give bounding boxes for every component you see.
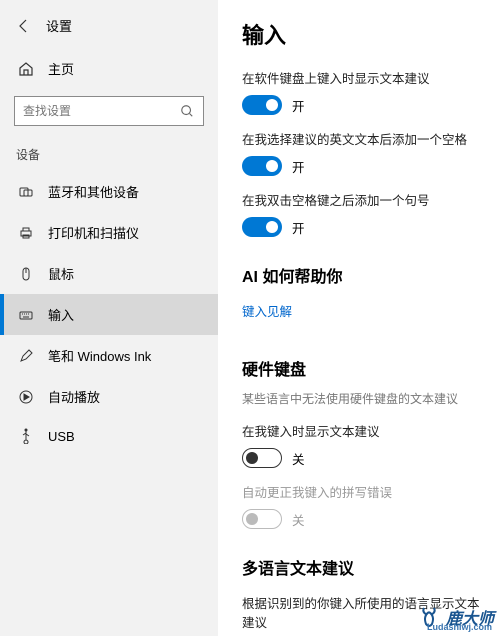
toggle-show-text-suggestions[interactable] (242, 95, 282, 115)
toggle-row: 开 (242, 217, 482, 237)
home-nav[interactable]: 主页 (0, 49, 218, 88)
sidebar-item-pen[interactable]: 笔和 Windows Ink (0, 335, 218, 376)
sidebar-item-label: 蓝牙和其他设备 (48, 182, 139, 201)
toggle-state: 关 (292, 449, 305, 468)
sidebar-item-typing[interactable]: 输入 (0, 294, 218, 335)
search-box[interactable] (14, 96, 204, 126)
sidebar-item-label: 输入 (48, 305, 74, 324)
sidebar: 设置 主页 设备 蓝牙和其他设备 打印机和扫描仪 鼠标 输入 (0, 0, 218, 636)
toggle-state: 开 (292, 218, 305, 237)
toggle-hw-suggestions[interactable] (242, 448, 282, 468)
sidebar-item-autoplay[interactable]: 自动播放 (0, 376, 218, 417)
typing-insights-link[interactable]: 键入见解 (242, 301, 292, 320)
toggle-row: 关 (242, 509, 482, 529)
toggle-row: 开 (242, 95, 482, 115)
ai-heading: AI 如何帮助你 (242, 263, 482, 287)
setting-label: 在软件键盘上键入时显示文本建议 (242, 68, 482, 87)
autoplay-icon (18, 389, 34, 405)
printer-icon (18, 225, 34, 241)
nav-list: 蓝牙和其他设备 打印机和扫描仪 鼠标 输入 笔和 Windows Ink 自动播… (0, 171, 218, 455)
setting-label: 在我选择建议的英文文本后添加一个空格 (242, 129, 482, 148)
search-input[interactable] (23, 104, 179, 118)
mouse-icon (18, 266, 34, 282)
settings-title: 设置 (46, 16, 72, 35)
keyboard-icon (18, 307, 34, 323)
watermark-sub: Ludashiwj.com (427, 622, 492, 632)
hw-heading: 硬件键盘 (242, 356, 482, 380)
sidebar-item-label: 笔和 Windows Ink (48, 346, 151, 365)
toggle-hw-autocorrect (242, 509, 282, 529)
toggle-add-space[interactable] (242, 156, 282, 176)
usb-icon (18, 428, 34, 444)
sidebar-item-mouse[interactable]: 鼠标 (0, 253, 218, 294)
sidebar-item-label: USB (48, 429, 75, 444)
sidebar-item-label: 鼠标 (48, 264, 74, 283)
bluetooth-icon (18, 184, 34, 200)
home-icon (18, 61, 34, 77)
watermark: 鹿大师 Ludashiwj.com (416, 604, 494, 630)
sidebar-item-bluetooth[interactable]: 蓝牙和其他设备 (0, 171, 218, 212)
sidebar-item-usb[interactable]: USB (0, 417, 218, 455)
section-label: 设备 (0, 140, 218, 171)
hw-desc: 某些语言中无法使用硬件键盘的文本建议 (242, 390, 482, 407)
sidebar-item-label: 打印机和扫描仪 (48, 223, 139, 242)
search-icon (179, 103, 195, 119)
toggle-state: 关 (292, 510, 305, 529)
pen-icon (18, 348, 34, 364)
page-title: 输入 (242, 18, 482, 50)
toggle-row: 开 (242, 156, 482, 176)
setting-label: 在我双击空格键之后添加一个句号 (242, 190, 482, 209)
setting-label: 在我键入时显示文本建议 (242, 421, 482, 440)
sidebar-item-label: 自动播放 (48, 387, 100, 406)
content-pane: 输入 在软件键盘上键入时显示文本建议 开 在我选择建议的英文文本后添加一个空格 … (218, 0, 500, 636)
toggle-state: 开 (292, 96, 305, 115)
toggle-row: 关 (242, 448, 482, 468)
sidebar-item-printers[interactable]: 打印机和扫描仪 (0, 212, 218, 253)
toggle-add-period[interactable] (242, 217, 282, 237)
setting-label: 自动更正我键入的拼写错误 (242, 482, 482, 501)
back-icon[interactable] (16, 18, 32, 34)
toggle-state: 开 (292, 157, 305, 176)
ml-heading: 多语言文本建议 (242, 555, 482, 579)
home-label: 主页 (48, 59, 74, 78)
header-row: 设置 (0, 10, 218, 49)
